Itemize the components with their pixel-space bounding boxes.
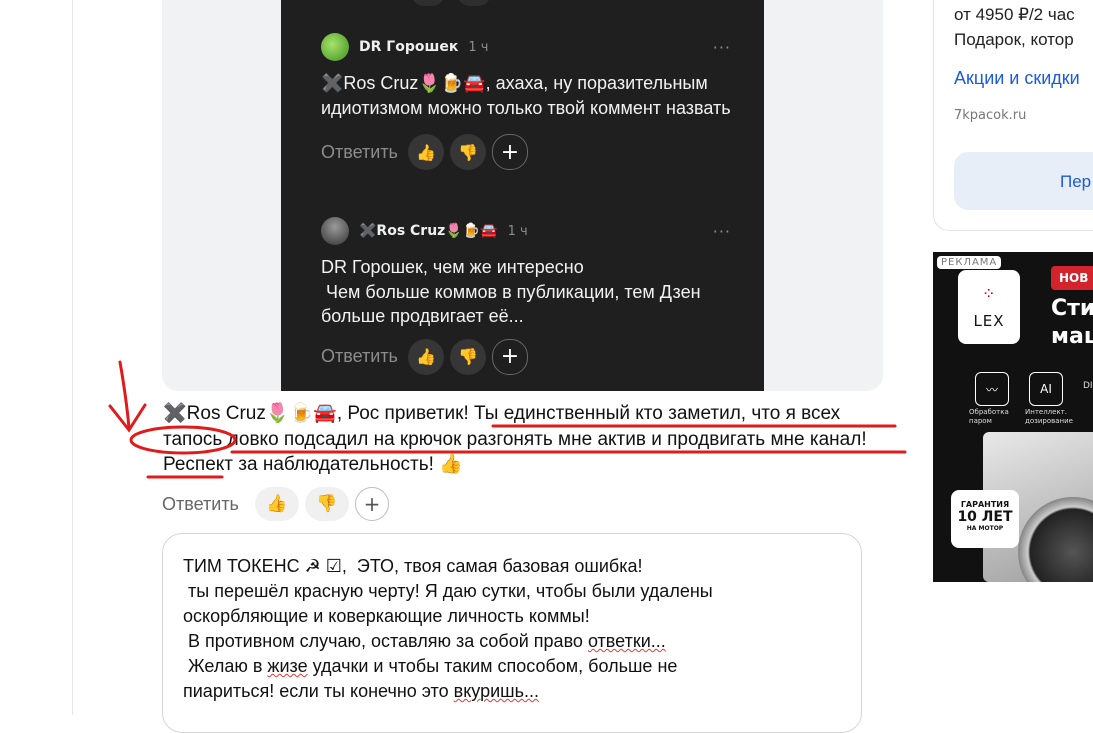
comment-text: DR Горошек, чем же интересно Чем больше …	[321, 257, 701, 326]
ad-banner[interactable]: РЕКЛАМА ⁘ LEX НОВ Сти маш 〰 Обработка па…	[933, 252, 1093, 582]
promo-text: Подарок, котор	[954, 30, 1074, 49]
comment-text: ✖️Ros Cruz🌷🍺🚘, ахаха, ну поразительным и…	[321, 73, 731, 118]
reply-line: ты перешёл красную черту! Я даю сутки, ч…	[183, 581, 713, 601]
thumbs-down-icon: 👎	[449, 338, 486, 375]
reply-button[interactable]: Ответить	[162, 494, 239, 515]
reply-link: Ответить	[321, 346, 398, 366]
reply-line: оскорбляющие и коверкающие личность комм…	[183, 606, 590, 626]
ai-icon: AI	[1029, 372, 1063, 406]
arrow-head	[108, 403, 147, 433]
brand-name: LEX	[973, 312, 1005, 330]
new-badge: НОВ	[1051, 266, 1093, 290]
promo-button[interactable]: Пер	[954, 152, 1093, 210]
reply-line: Желаю в	[183, 656, 268, 676]
promo-link[interactable]: Акции и скидки	[954, 68, 1080, 89]
reply-textarea[interactable]: ТИМ ТОКЕНС ☭ ☑, ЭТО, твоя самая базовая …	[162, 533, 862, 733]
promo-text: от 4950 ₽/2 час	[954, 5, 1075, 24]
brand-logo: ⁘ LEX	[958, 270, 1020, 344]
arrow-shaft	[118, 360, 131, 430]
misspelled-word: вкуришь...	[453, 681, 539, 701]
thumbs-up-icon: 👍	[407, 134, 444, 170]
guarantee-years: 10 ЛЕТ	[957, 509, 1013, 525]
feature-label: Обработка паром	[969, 408, 1009, 425]
comment-body: ✖️Ros Cruz🌷🍺🚘, Рос приветик! Ты единстве…	[163, 401, 893, 478]
avatar	[321, 33, 349, 61]
embedded-comment-1: DR Горошек 1 ч ··· ✖️Ros Cruz🌷🍺🚘, ахаха,…	[321, 32, 761, 170]
thumbs-up-icon: 👍	[407, 338, 444, 375]
reply-line: В противном случаю, оставляю за собой пр…	[183, 631, 588, 651]
misspelled-word: жизе	[267, 656, 308, 676]
guarantee-note: НА МОТОР	[966, 525, 1004, 532]
comment-author: DR Горошек	[359, 39, 459, 55]
logo-dots-icon: ⁘	[982, 284, 996, 303]
reply-link: Ответить	[321, 141, 398, 162]
comment-actions: Ответить 👍 👎 +	[162, 487, 389, 521]
feed-left-border	[72, 0, 73, 715]
comment-time: 1 ч	[507, 223, 528, 239]
embedded-comment-2: ✖️Ros Cruz🌷🍺🚘 1 ч ··· DR Горошек, чем же…	[321, 216, 761, 375]
guarantee-badge: ГАРАНТИЯ 10 ЛЕТ НА МОТОР	[951, 490, 1019, 548]
like-button[interactable]: 👍	[254, 487, 299, 521]
ad-headline: Сти	[1051, 296, 1093, 321]
steam-icon: 〰	[975, 372, 1009, 406]
thumbs-down-icon: 👎	[449, 134, 486, 170]
plus-icon: +	[491, 134, 528, 170]
dislike-button[interactable]: 👎	[304, 487, 349, 521]
feature-label: Интеллект. дозирование	[1025, 408, 1073, 425]
ad-headline: маш	[1051, 324, 1093, 349]
cut-button	[411, 0, 445, 6]
cut-button	[457, 0, 491, 6]
reply-line: пиариться! если ты конечно это	[183, 681, 454, 701]
comment-author: ✖️Ros Cruz🌷🍺🚘	[359, 223, 498, 239]
promo-button-label: Пер	[1060, 172, 1092, 191]
avatar	[321, 217, 349, 245]
misspelled-word: ответки...	[587, 631, 666, 651]
reply-line: удачки и чтобы таким способом, больше не	[307, 656, 678, 676]
more-icon: ···	[712, 37, 731, 57]
guarantee-text: ГАРАНТИЯ	[960, 500, 1010, 509]
plus-icon: +	[491, 338, 528, 375]
add-reaction-button[interactable]: +	[354, 487, 389, 521]
comment-time: 1 ч	[468, 39, 489, 55]
more-icon: ···	[712, 221, 731, 241]
ad-tag: РЕКЛАМА	[937, 256, 1002, 269]
reply-line: ТИМ ТОКЕНС ☭ ☑, ЭТО, твоя самая базовая …	[183, 556, 643, 576]
promo-card: от 4950 ₽/2 час Подарок, котор Акции и с…	[933, 0, 1093, 231]
promo-domain: 7kpacok.ru	[954, 108, 1027, 123]
mention-link[interactable]: ✖️Ros Cruz🌷🍺🚘	[163, 403, 337, 424]
feature-label: DIR IN	[1083, 381, 1093, 391]
